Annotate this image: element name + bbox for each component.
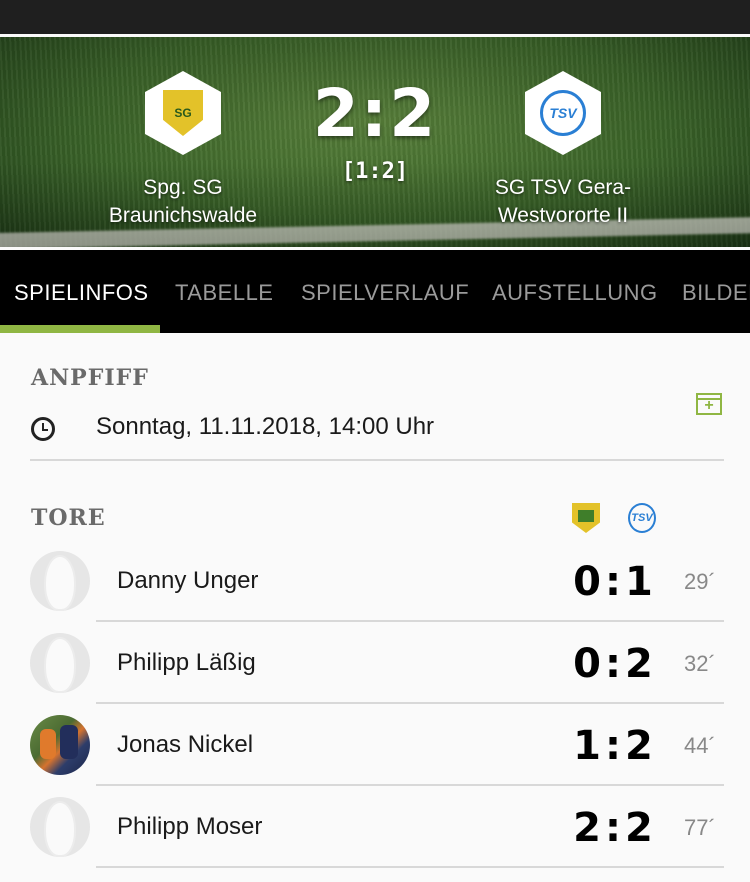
player-avatar	[30, 551, 90, 611]
divider	[96, 784, 724, 786]
halftime-score: [1:2]	[341, 159, 409, 184]
goal-scorer: Philipp Moser	[117, 813, 263, 840]
goal-score: 2:2	[573, 805, 657, 851]
kickoff-datetime: Sonntag, 11.11.2018, 14:00 Uhr	[96, 413, 435, 440]
match-header: SG Spg. SG Braunichswalde 2:2 [1:2] TSV …	[0, 37, 750, 247]
goal-score: 1:2	[573, 723, 657, 769]
goal-scorer: Philipp Läßig	[117, 649, 256, 676]
tab-aufstellung[interactable]: AUFSTELLUNG	[492, 280, 658, 306]
tab-spielinfos[interactable]: SPIELINFOS	[14, 280, 149, 306]
away-crest-icon: TSV	[540, 90, 586, 136]
home-crest-small-icon	[572, 503, 600, 533]
home-team-logo[interactable]: SG	[145, 71, 221, 155]
divider	[96, 702, 724, 704]
kickoff-heading: ANPFIFF	[31, 365, 149, 391]
final-score: 2:2	[312, 75, 438, 152]
away-team-name[interactable]: SG TSV Gera- Westvororte II	[443, 174, 683, 230]
tab-bilder[interactable]: BILDER	[682, 280, 750, 306]
goal-minute: 77´	[684, 815, 716, 840]
player-avatar	[30, 633, 90, 693]
calendar-add-icon[interactable]: +	[696, 393, 722, 415]
goal-score: 0:2	[573, 641, 657, 687]
clock-icon	[31, 417, 55, 441]
active-tab-indicator	[0, 325, 160, 333]
away-team-logo[interactable]: TSV	[525, 71, 601, 155]
player-avatar	[30, 797, 90, 857]
goal-minute: 44´	[684, 733, 716, 758]
home-team-name[interactable]: Spg. SG Braunichswalde	[63, 174, 303, 230]
tab-spielverlauf[interactable]: SPIELVERLAUF	[301, 280, 469, 306]
tab-tabelle[interactable]: TABELLE	[175, 280, 273, 306]
goal-minute: 32´	[684, 651, 716, 676]
tab-bar: SPIELINFOS TABELLE SPIELVERLAUF AUFSTELL…	[0, 250, 750, 333]
goal-scorer: Jonas Nickel	[117, 731, 254, 758]
goal-minute: 29´	[684, 569, 716, 594]
divider	[96, 620, 724, 622]
goal-scorer: Danny Unger	[117, 567, 259, 594]
goals-heading: TORE	[31, 505, 106, 531]
divider	[30, 459, 724, 461]
divider	[96, 866, 724, 868]
goal-score: 0:1	[573, 559, 657, 605]
player-avatar	[30, 715, 90, 775]
away-crest-small-icon: TSV	[628, 503, 656, 533]
home-crest-icon: SG	[163, 90, 203, 136]
status-bar	[0, 0, 750, 34]
